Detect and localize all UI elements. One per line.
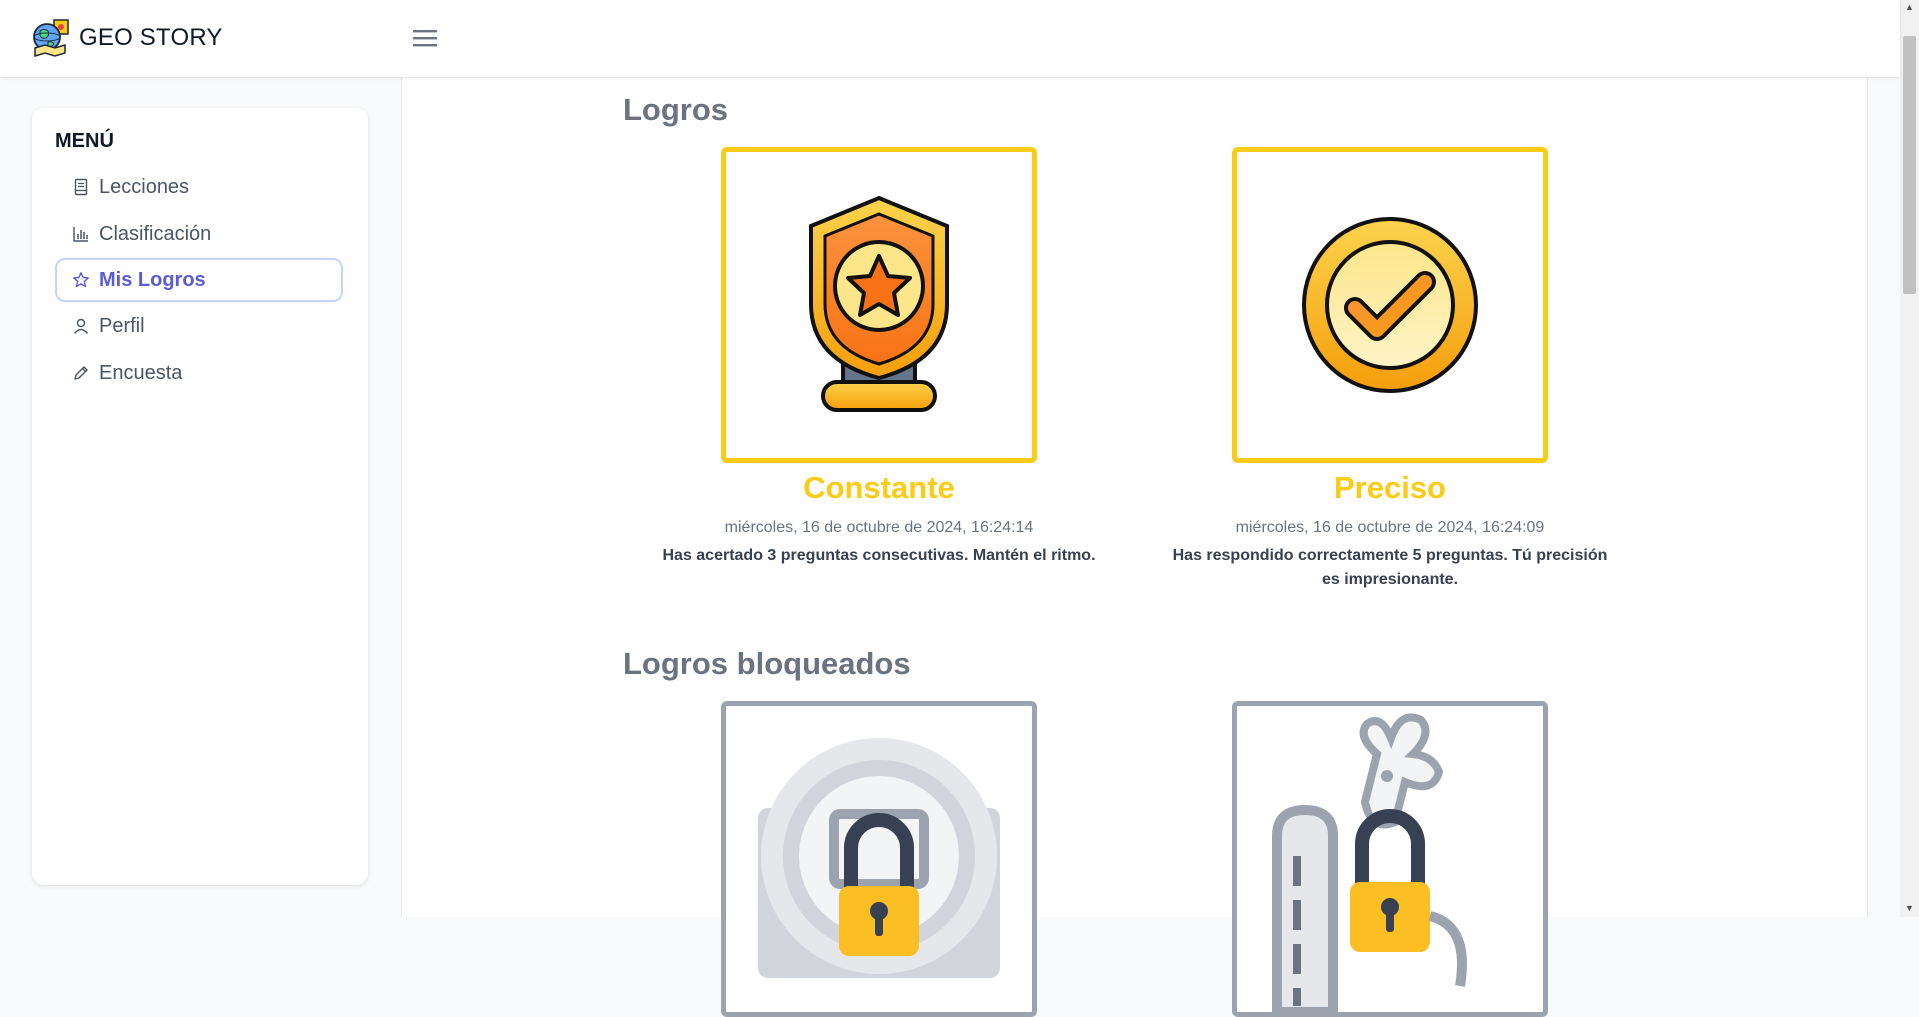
sidebar-item-clasificacion[interactable]: Clasificación — [55, 212, 343, 256]
star-icon — [73, 272, 89, 288]
page-scrollbar[interactable]: ▲ ▼ — [1900, 0, 1919, 917]
scrollbar-thumb[interactable] — [1903, 36, 1916, 294]
achievement-card-constante[interactable] — [721, 147, 1037, 463]
globe-map-icon[interactable] — [30, 16, 72, 58]
locked-achievements-title: Logros bloqueados — [623, 646, 911, 681]
pencil-icon — [74, 366, 88, 380]
menu-title: MENÚ — [55, 130, 114, 152]
achievement-name: Constante — [803, 470, 955, 505]
scroll-down-arrow-icon[interactable]: ▼ — [1905, 903, 1914, 913]
sidebar-item-label: Mis Logros — [99, 268, 206, 291]
sidebar-item-label: Clasificación — [99, 222, 212, 245]
book-icon — [74, 178, 88, 196]
sidebar-item-label: Lecciones — [99, 175, 190, 198]
achievement-description: Has respondido correctamente 5 preguntas… — [1172, 547, 1608, 588]
locked-achievement-card[interactable] — [721, 701, 1037, 1017]
achievement-card-preciso[interactable] — [1232, 147, 1548, 463]
checkmark-medal-icon — [1302, 217, 1478, 393]
sidebar-item-label: Perfil — [99, 314, 145, 337]
locked-achievement-card[interactable] — [1232, 701, 1548, 1017]
locked-crown-icon — [1272, 713, 1467, 1012]
user-icon — [73, 318, 89, 334]
shield-star-trophy-icon — [809, 195, 949, 412]
top-header: GEO STORY — [0, 0, 1900, 77]
brand-name: GEO STORY — [79, 24, 223, 51]
achievement-date: miércoles, 16 de octubre de 2024, 16:24:… — [724, 519, 1034, 536]
achievement-description: Has acertado 3 preguntas consecutivas. M… — [662, 547, 1096, 564]
achievements-title: Logros — [623, 92, 729, 127]
achievement-name: Preciso — [1333, 470, 1446, 505]
achievement-date: miércoles, 16 de octubre de 2024, 16:24:… — [1235, 519, 1545, 536]
sidebar-item-lecciones[interactable]: Lecciones — [55, 165, 343, 209]
bar-chart-icon — [73, 227, 88, 242]
locked-coin-icon — [758, 738, 1000, 978]
hamburger-icon[interactable] — [410, 24, 440, 52]
sidebar-item-mis-logros[interactable]: Mis Logros — [55, 258, 343, 302]
main-content — [402, 77, 1868, 917]
scroll-up-arrow-icon[interactable]: ▲ — [1905, 2, 1914, 12]
sidebar: MENÚ Lecciones Clasificación Mis Logros … — [32, 108, 368, 885]
sidebar-item-label: Encuesta — [99, 361, 183, 384]
sidebar-item-perfil[interactable]: Perfil — [55, 304, 343, 348]
sidebar-item-encuesta[interactable]: Encuesta — [55, 351, 343, 395]
